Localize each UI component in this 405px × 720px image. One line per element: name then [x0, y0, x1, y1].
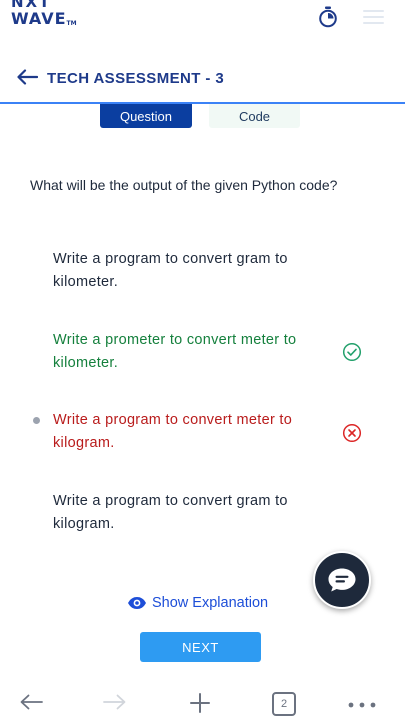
assessment-header: TECH ASSESSMENT - 3: [0, 44, 405, 104]
eye-icon: [128, 597, 146, 609]
hamburger-menu-icon[interactable]: [363, 10, 384, 24]
selected-option-indicator: [33, 417, 40, 424]
option-2-correct[interactable]: Write a prometer to convert meter to kil…: [53, 329, 338, 375]
show-explanation-label: Show Explanation: [152, 595, 269, 611]
page-title: TECH ASSESSMENT - 3: [47, 70, 225, 87]
nxtwave-logo[interactable]: NXT WAVETM: [11, 0, 77, 27]
new-tab-plus-icon[interactable]: [189, 692, 211, 714]
arrow-left-icon[interactable]: [16, 69, 38, 85]
x-circle-icon: [342, 423, 362, 443]
logo-line-2-text: WAVE: [11, 9, 67, 28]
browser-back-icon[interactable]: [19, 694, 43, 710]
top-app-bar: NXT WAVETM: [0, 0, 405, 44]
option-3-selected-wrong[interactable]: Write a program to convert meter to kilo…: [53, 409, 338, 455]
logo-trademark: TM: [66, 20, 77, 27]
more-options-icon[interactable]: [348, 702, 376, 708]
tab-switcher-button[interactable]: 2: [272, 692, 296, 716]
check-circle-icon: [342, 342, 362, 362]
chat-button[interactable]: [313, 551, 371, 609]
option-4[interactable]: Write a program to convert gram to kilog…: [53, 490, 338, 536]
stopwatch-icon[interactable]: [318, 6, 338, 28]
question-text: What will be the output of the given Pyt…: [30, 177, 338, 193]
tab-code[interactable]: Code: [209, 104, 300, 128]
next-button[interactable]: NEXT: [140, 632, 261, 662]
option-1[interactable]: Write a program to convert gram to kilom…: [53, 248, 338, 294]
logo-line-2: WAVETM: [11, 11, 77, 27]
browser-forward-icon[interactable]: [103, 694, 127, 710]
tab-question[interactable]: Question: [100, 104, 192, 128]
chat-bubble-icon: [328, 568, 356, 592]
show-explanation-link[interactable]: Show Explanation: [127, 595, 268, 611]
browser-bottom-bar: 2: [0, 680, 405, 720]
